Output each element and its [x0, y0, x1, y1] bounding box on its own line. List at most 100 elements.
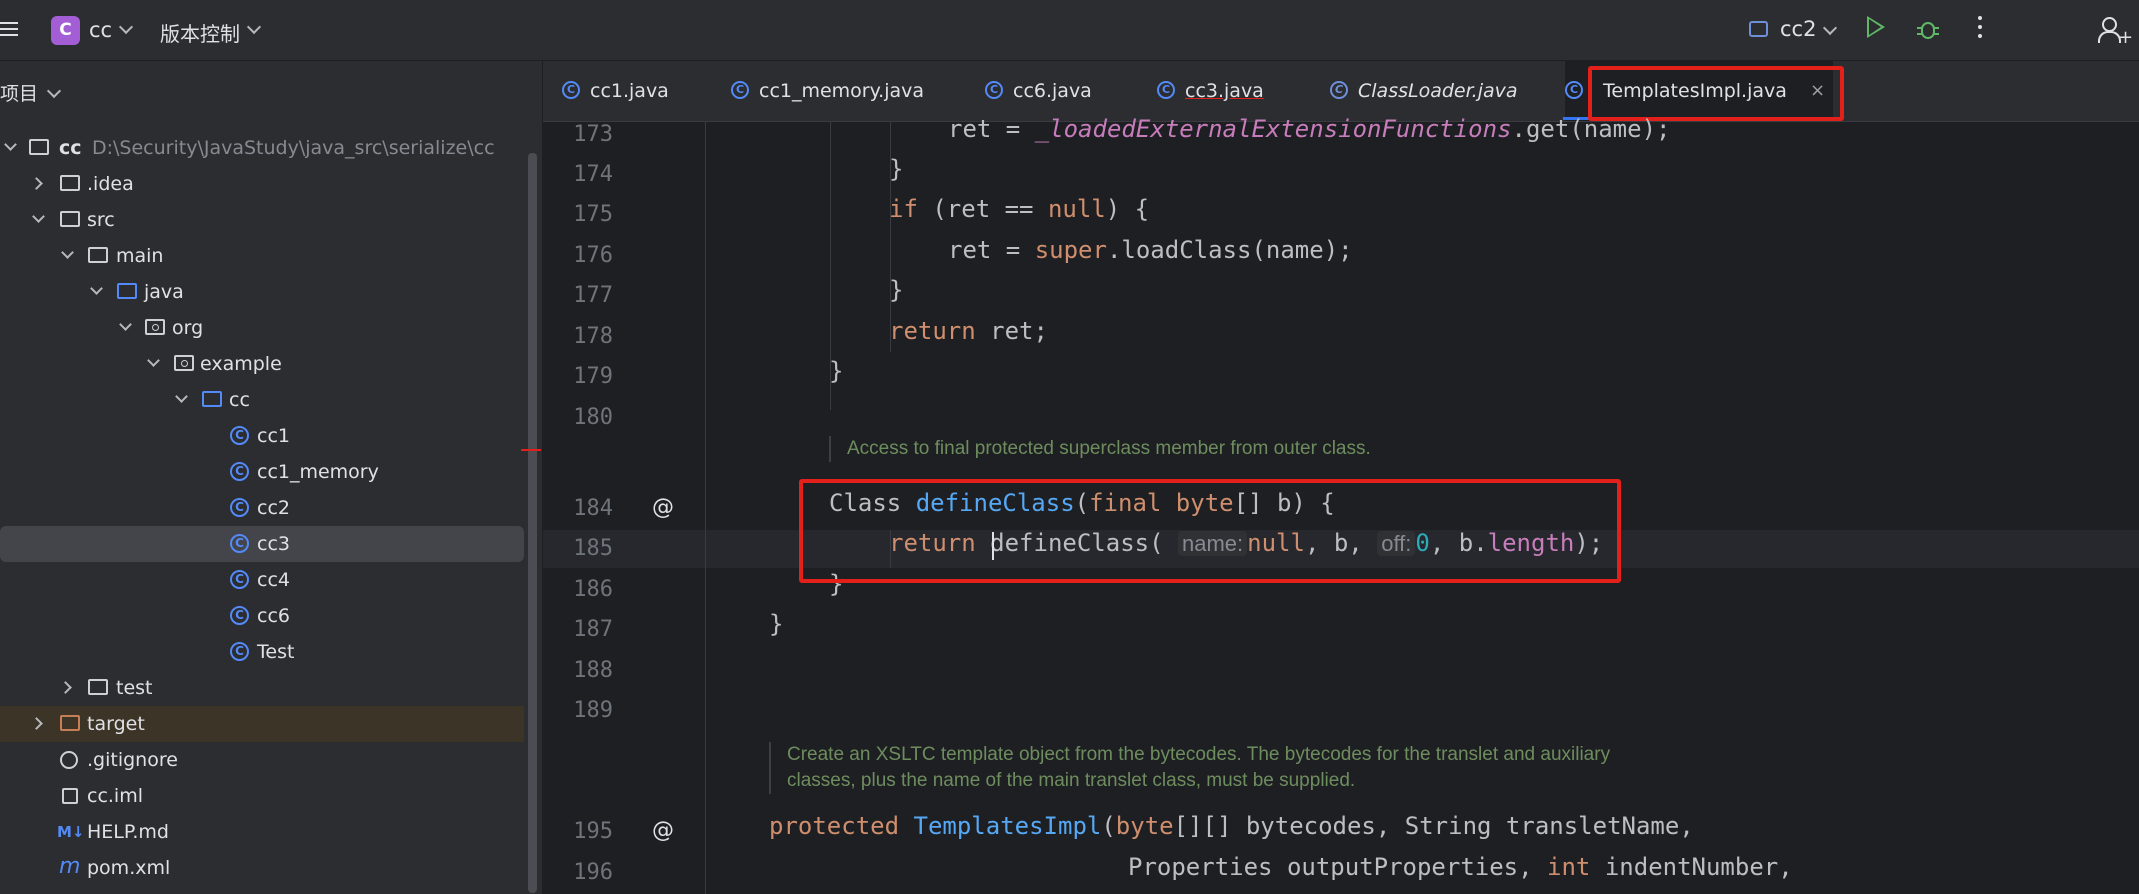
tree-label: org: [172, 317, 204, 339]
java-class-icon: C: [230, 642, 249, 661]
code-line-175: if (ret == null) {: [889, 195, 1150, 223]
expand-arrow-icon[interactable]: [61, 246, 74, 259]
override-marker-icon[interactable]: @: [651, 819, 675, 843]
override-marker-icon[interactable]: @: [651, 496, 675, 520]
line-number: 174: [573, 162, 613, 187]
chevron-down-icon[interactable]: [246, 19, 262, 35]
line-number: 179: [573, 364, 613, 389]
tree-label: cc4: [257, 569, 290, 591]
tree-item-target[interactable]: target: [0, 706, 524, 742]
tree-item-cc-iml[interactable]: cc.iml: [0, 778, 524, 814]
tree-label: cc3: [257, 533, 290, 555]
line-number: 176: [573, 243, 613, 268]
tree-label: cc: [59, 137, 82, 159]
highlight-box-tab: [1588, 66, 1844, 121]
tree-item-main[interactable]: main: [0, 238, 524, 274]
vcs-menu[interactable]: 版本控制: [160, 18, 240, 47]
java-class-icon: C: [230, 570, 249, 589]
folder-icon: [60, 211, 80, 227]
add-user-icon[interactable]: +: [2098, 15, 2133, 48]
tree-item-help-md[interactable]: M↓ HELP.md: [0, 814, 524, 850]
expand-arrow-icon[interactable]: [90, 282, 103, 295]
debug-icon[interactable]: [1917, 17, 1939, 41]
run-icon[interactable]: [1867, 16, 1885, 38]
code-line-176: ret = super.loadClass(name);: [948, 236, 1353, 264]
line-number: 195: [573, 819, 613, 844]
line-number: 196: [573, 860, 613, 885]
tree-label: example: [200, 353, 282, 375]
tree-item-org[interactable]: org: [0, 310, 524, 346]
tab-classloader-java[interactable]: C ClassLoader.java: [1330, 61, 1520, 121]
chevron-down-icon[interactable]: [118, 19, 134, 35]
expand-arrow-icon[interactable]: [30, 717, 43, 730]
tree-item-src[interactable]: src: [0, 202, 524, 238]
tree-label: java: [144, 281, 184, 303]
tree-root-cc[interactable]: cc D:\Security\JavaStudy\java_src\serial…: [0, 130, 524, 166]
expand-arrow-icon[interactable]: [175, 390, 188, 403]
run-config-icon: [1749, 21, 1768, 37]
tree-item-gitignore[interactable]: .gitignore: [0, 742, 524, 778]
tree-label: cc: [229, 389, 250, 411]
expand-arrow-icon[interactable]: [4, 138, 17, 151]
tree-item-java[interactable]: java: [0, 274, 524, 310]
line-number: 186: [573, 577, 613, 602]
folder-icon: [88, 247, 108, 263]
code-line-173: ret = _loadedExternalExtensionFunctions.…: [948, 115, 1671, 143]
line-number: 178: [573, 324, 613, 349]
editor-tab-bar: C cc1.java C cc1_memory.java C cc6.java …: [543, 61, 2139, 122]
tree-item-cc3[interactable]: C cc3: [0, 526, 524, 562]
java-class-icon: C: [1330, 81, 1348, 99]
tree-label: target: [87, 713, 145, 735]
tree-item-cc1[interactable]: C cc1: [0, 418, 524, 454]
run-config-selector[interactable]: cc2: [1780, 17, 1816, 41]
tree-label: cc6: [257, 605, 290, 627]
maven-icon: m: [59, 854, 81, 879]
tree-item-pom-xml[interactable]: m pom.xml: [0, 850, 524, 886]
tree-item-cc2[interactable]: C cc2: [0, 490, 524, 526]
tree-item-cc4[interactable]: C cc4: [0, 562, 524, 598]
inline-doc-comment: Create an XSLTC template object from the…: [769, 742, 1610, 794]
tree-label: HELP.md: [87, 821, 169, 843]
expand-arrow-icon[interactable]: [59, 681, 72, 694]
tree-path: D:\Security\JavaStudy\java_src\serialize…: [92, 137, 495, 159]
tree-item-idea[interactable]: .idea: [0, 166, 524, 202]
tab-cc6-java[interactable]: C cc6.java: [985, 61, 1105, 121]
tree-item-test-folder[interactable]: test: [0, 670, 524, 706]
project-badge[interactable]: C: [51, 16, 80, 45]
expand-arrow-icon[interactable]: [119, 318, 132, 331]
java-class-icon: C: [562, 81, 580, 99]
chevron-down-icon[interactable]: [46, 83, 62, 99]
code-line-177: }: [889, 276, 904, 304]
code-line-179: }: [829, 357, 844, 385]
tab-cc3-java[interactable]: C cc3.java: [1157, 61, 1277, 121]
tree-item-cc1-memory[interactable]: C cc1_memory: [0, 454, 524, 490]
expand-arrow-icon[interactable]: [32, 210, 45, 223]
tab-cc1-java[interactable]: C cc1.java: [562, 61, 682, 121]
code-line-187: }: [769, 610, 784, 638]
tree-label: cc2: [257, 497, 290, 519]
chevron-down-icon[interactable]: [1822, 20, 1838, 36]
expand-arrow-icon[interactable]: [147, 354, 160, 367]
tab-cc1-memory-java[interactable]: C cc1_memory.java: [731, 61, 931, 121]
project-name[interactable]: cc: [89, 18, 112, 42]
source-folder-icon: [117, 283, 137, 299]
package-icon: [202, 391, 222, 407]
tree-label: test: [116, 677, 153, 699]
line-number: 189: [573, 698, 613, 723]
tree-item-test-class[interactable]: C Test: [0, 634, 524, 670]
project-panel-title[interactable]: 项目: [0, 79, 38, 106]
tree-item-example[interactable]: example: [0, 346, 524, 382]
tree-label: cc1: [257, 425, 290, 447]
hamburger-menu-icon[interactable]: [0, 18, 20, 40]
java-class-icon: C: [1565, 81, 1583, 99]
java-class-icon: C: [230, 426, 249, 445]
java-class-icon: C: [230, 498, 249, 517]
tree-item-cc-package[interactable]: cc: [0, 382, 524, 418]
highlight-box-code: [799, 479, 1621, 583]
expand-arrow-icon[interactable]: [30, 177, 43, 190]
code-editor[interactable]: 173 174 175 176 177 178 179 180 184 185 …: [543, 115, 2139, 894]
tree-item-cc6[interactable]: C cc6: [0, 598, 524, 634]
project-scrollbar[interactable]: [528, 153, 537, 893]
more-actions-icon[interactable]: [1977, 16, 1983, 42]
tree-label: main: [116, 245, 164, 267]
